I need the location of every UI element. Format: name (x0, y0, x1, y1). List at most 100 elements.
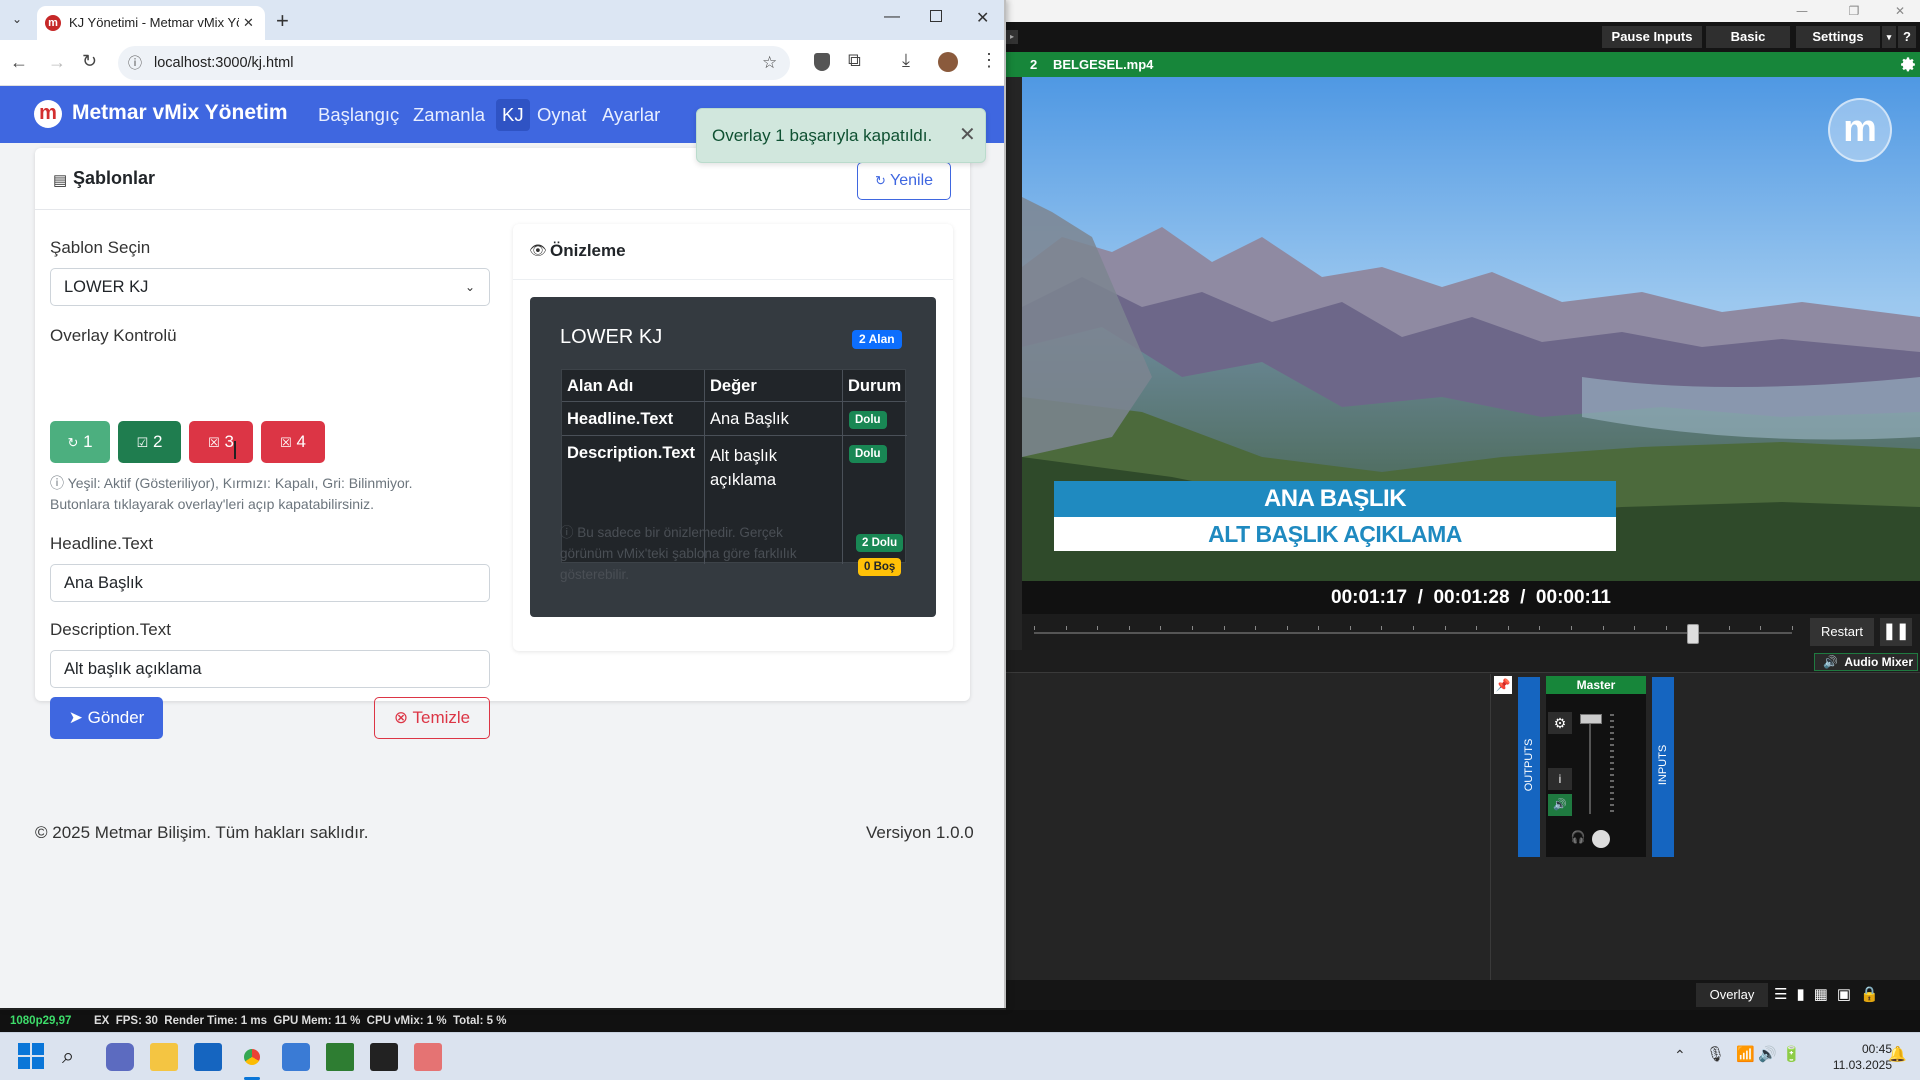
send-button[interactable]: ➤ Gönder (50, 697, 163, 739)
menu-kebab-icon[interactable]: ⋮ (980, 50, 998, 71)
windows-start-icon[interactable] (18, 1043, 46, 1071)
nav-baslangic[interactable]: Başlangıç (318, 103, 399, 127)
seek-ticks (1034, 624, 1793, 632)
vmix-app-icon[interactable] (414, 1043, 442, 1071)
shield-extension-icon[interactable] (814, 53, 830, 71)
nav-oynat[interactable]: Oynat (537, 103, 586, 127)
volume-icon[interactable]: 🔊 (1758, 1045, 1777, 1063)
maximize-icon[interactable] (930, 10, 942, 22)
mixer-divider (1490, 674, 1491, 980)
seek-tick (1065, 626, 1067, 630)
info-icon[interactable]: i (1548, 768, 1572, 790)
notification-icon[interactable]: 🔔 (1888, 1045, 1907, 1063)
fader-track (1589, 714, 1591, 814)
bookmark-star-icon[interactable]: ☆ (762, 46, 777, 80)
headline-input[interactable]: Ana Başlık (50, 564, 490, 602)
overlay-1-button[interactable]: ↻ 1 (50, 421, 110, 463)
inputs-tab[interactable]: INPUTS (1652, 677, 1674, 857)
templates-card: ▤ Şablonlar ↻ Yenile Şablon Seçin LOWER … (35, 148, 970, 739)
wifi-icon[interactable]: 📶 (1736, 1045, 1755, 1063)
template-select[interactable]: LOWER KJ ⌄ (50, 268, 490, 306)
overlay-4-button[interactable]: ☒ 4 (261, 421, 325, 463)
nav-zamanla[interactable]: Zamanla (413, 103, 485, 127)
nav-ayarlar[interactable]: Ayarlar (602, 103, 660, 127)
reload-icon[interactable]: ↻ (82, 51, 97, 72)
file-explorer-icon[interactable] (150, 1043, 178, 1071)
terminal-icon[interactable] (370, 1043, 398, 1071)
refresh-button[interactable]: ↻ Yenile (857, 162, 951, 200)
sync-icon: ↻ (67, 435, 79, 450)
address-bar[interactable]: ⓘ localhost:3000/kj.html ☆ (118, 46, 790, 80)
header-value: Değer (710, 377, 757, 395)
url-text[interactable]: localhost:3000/kj.html (154, 46, 293, 80)
settings-button[interactable]: Settings (1796, 26, 1880, 48)
vmix-output-preview[interactable]: m ANA BAŞLIK ALT BAŞLIK AÇIKLAMA (1022, 77, 1920, 581)
seek-thumb[interactable] (1687, 624, 1700, 644)
outputs-tab[interactable]: OUTPUTS (1518, 677, 1540, 857)
battery-icon[interactable]: 🔋 (1782, 1045, 1801, 1063)
layout-icons[interactable]: ☰▮▦▣🔒 (1774, 983, 1914, 1007)
microphone-icon[interactable]: 🎙 (1706, 1045, 1725, 1063)
windows-tool-icon[interactable] (326, 1043, 354, 1071)
minimize-icon[interactable]: — (884, 8, 900, 26)
close-tab-icon[interactable]: ✕ (243, 6, 254, 40)
overlay-button[interactable]: Overlay (1696, 983, 1768, 1007)
nav-kj[interactable]: KJ (496, 99, 530, 131)
close-icon[interactable]: ✕ (959, 109, 976, 162)
pause-inputs-button[interactable]: Pause Inputs (1602, 26, 1702, 48)
seek-tick (1097, 626, 1099, 630)
gear-icon[interactable] (1900, 56, 1917, 73)
forward-icon[interactable]: → (48, 52, 66, 73)
basic-button[interactable]: Basic (1706, 26, 1790, 48)
site-info-icon[interactable]: ⓘ (128, 46, 142, 80)
speaker-icon: 🔊 (1823, 655, 1838, 669)
back-icon[interactable]: ← (10, 52, 28, 73)
pin-icon[interactable]: 📌 (1494, 676, 1512, 694)
restart-button[interactable]: Restart (1810, 618, 1874, 646)
fader-handle[interactable] (1580, 714, 1602, 724)
search-icon[interactable]: ⌕ (62, 1043, 90, 1071)
headphones-icon[interactable]: 🎧 (1570, 830, 1586, 846)
description-input[interactable]: Alt başlık açıklama (50, 650, 490, 688)
browser-tab[interactable]: m KJ Yönetimi - Metmar vMix Yön ✕ (37, 6, 265, 40)
chrome-window: ⌄ m KJ Yönetimi - Metmar vMix Yön ✕ + — … (0, 0, 1006, 1008)
preview-header: 👁 Önizleme (513, 224, 953, 280)
new-tab-icon[interactable]: + (276, 8, 289, 34)
restore-icon[interactable]: ❐ (1840, 1, 1868, 21)
seek-tick (1570, 626, 1572, 630)
overlay-2-button[interactable]: ☑ 2 (118, 421, 181, 463)
minimize-icon[interactable]: — (1788, 1, 1816, 21)
overlay-3-button[interactable]: ☒ 3 (189, 421, 253, 463)
clear-button[interactable]: ⊗ Temizle (374, 697, 490, 739)
seek-tick (1223, 626, 1225, 630)
seek-track[interactable] (1034, 632, 1792, 634)
collapse-arrow-icon[interactable]: ▸ (1006, 30, 1018, 44)
audio-mixer-button[interactable]: 🔊 Audio Mixer (1814, 653, 1918, 671)
eye-icon: 👁 (529, 242, 547, 258)
close-icon[interactable]: ✕ (1886, 1, 1914, 21)
description-label: Description.Text (50, 620, 171, 639)
brand-name[interactable]: Metmar vMix Yönetim (72, 101, 288, 125)
clock[interactable]: 00:45 11.03.2025 (1812, 1041, 1892, 1073)
pause-button[interactable]: ❚❚ (1880, 618, 1912, 646)
speaker-icon[interactable]: 🔊 (1548, 794, 1572, 816)
table-row: Headline.Text Ana Başlık Dolu (562, 403, 907, 436)
chevron-up-icon[interactable]: ⌃ (1674, 1047, 1686, 1064)
help-button[interactable]: ? (1898, 26, 1916, 48)
app-icon-settings-manager[interactable] (106, 1043, 134, 1071)
toast-message: Overlay 1 başarıyla kapatıldı. (712, 126, 933, 145)
tab-search-icon[interactable]: ⌄ (8, 12, 26, 30)
empty-count-badge: 0 Boş (858, 558, 902, 576)
chrome-icon[interactable] (238, 1043, 266, 1071)
download-icon[interactable]: ⤓ (902, 50, 910, 71)
extensions-icon[interactable]: ⧉ (848, 50, 861, 71)
profile-avatar[interactable] (938, 52, 958, 72)
gain-knob[interactable] (1592, 830, 1610, 848)
x-square-icon: ☒ (208, 435, 220, 450)
status-badge: Dolu (849, 411, 887, 429)
settings-dropdown-icon[interactable]: ▾ (1882, 26, 1896, 48)
gear-icon[interactable]: ⚙ (1548, 712, 1572, 734)
notepad-icon[interactable] (194, 1043, 222, 1071)
close-window-icon[interactable]: ✕ (976, 8, 989, 28)
python-icon[interactable] (282, 1043, 310, 1071)
